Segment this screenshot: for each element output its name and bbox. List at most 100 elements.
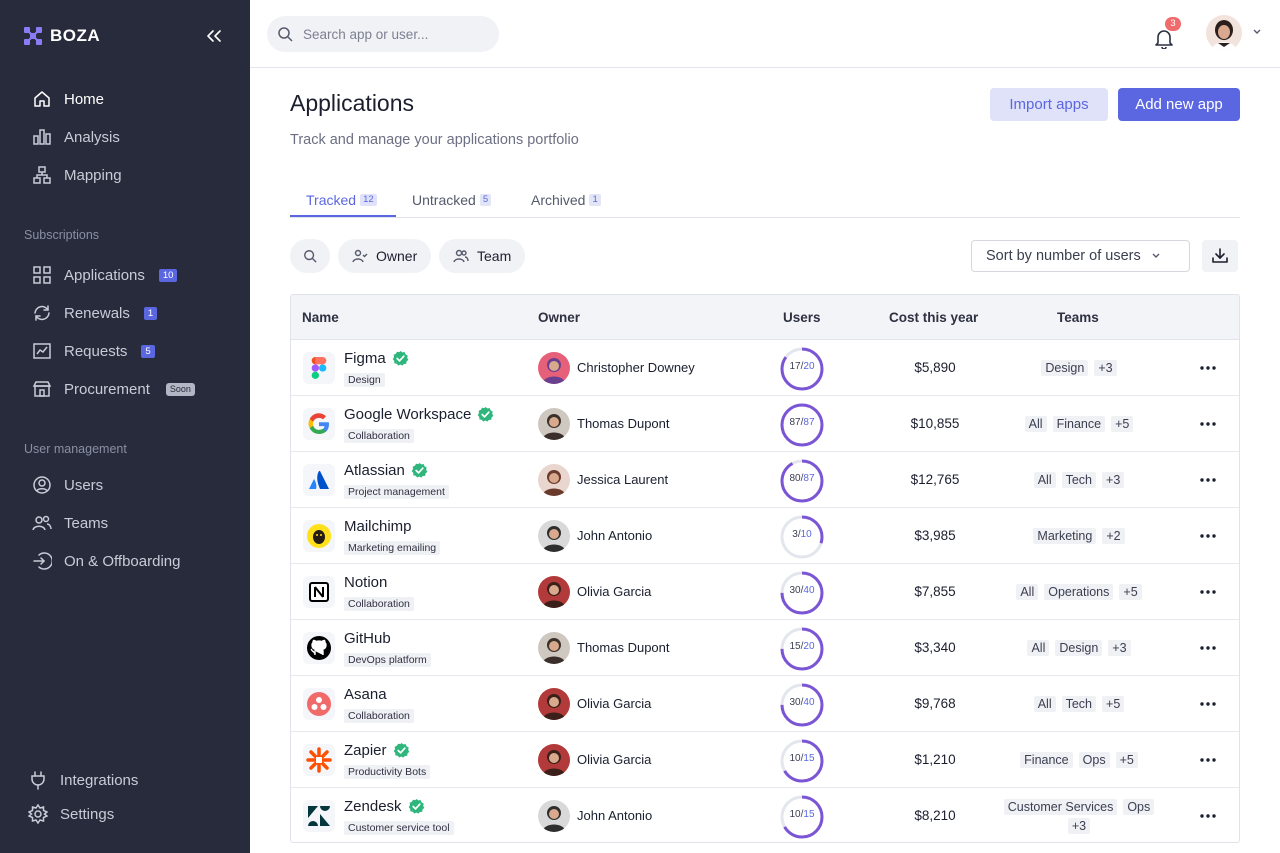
more-options-icon[interactable]	[1197, 358, 1219, 378]
app-name[interactable]: GitHub	[344, 630, 391, 647]
sidebar-item-analysis[interactable]: Analysis	[32, 125, 120, 149]
zapier-logo-icon	[303, 744, 335, 776]
teams-cell: All Tech +3	[999, 452, 1159, 508]
column-header-users[interactable]: Users	[783, 310, 821, 325]
chevron-down-icon[interactable]	[1252, 27, 1262, 37]
search-input[interactable]	[303, 26, 483, 42]
sidebar-item-procurement[interactable]: Procurement Soon	[32, 377, 195, 401]
owner-filter-label: Owner	[376, 248, 418, 264]
sidebar-item-integrations[interactable]: Integrations	[28, 768, 138, 792]
owner-filter-chip[interactable]: Owner	[338, 239, 432, 273]
users-count: 10/15	[789, 753, 815, 764]
users-total: 20	[803, 361, 815, 372]
page-title: Applications	[290, 90, 415, 116]
owner-name[interactable]: Christopher Downey	[577, 360, 695, 375]
table-row[interactable]: Notion Collaboration Olivia Garcia 30/40 $7,…	[291, 564, 1239, 620]
app-name[interactable]: Notion	[344, 574, 387, 591]
users-total: 40	[803, 697, 815, 708]
search-bar[interactable]	[267, 16, 499, 52]
sidebar-item-applications[interactable]: Applications 10	[32, 263, 178, 287]
app-name[interactable]: Google Workspace	[344, 406, 494, 423]
app-name[interactable]: Figma	[344, 350, 409, 367]
table-row[interactable]: Figma Design Christopher Downey 17/20 $5,890…	[291, 340, 1239, 396]
figma-logo-icon	[303, 352, 335, 384]
tab-archived[interactable]: Archived 1	[531, 186, 601, 217]
verified-icon	[392, 350, 409, 366]
team-tag: All	[1033, 472, 1056, 488]
owner-name[interactable]: John Antonio	[577, 808, 652, 823]
app-category: Productivity Bots	[344, 765, 431, 779]
table-row[interactable]: Google Workspace Collaboration Thomas Dupo…	[291, 396, 1239, 452]
owner-name[interactable]: Thomas Dupont	[577, 416, 670, 431]
sidebar-item-label: Requests	[64, 342, 128, 360]
team-tag: +3	[1094, 360, 1117, 376]
owner-name[interactable]: Jessica Laurent	[577, 472, 668, 487]
users-total: 87	[803, 473, 815, 484]
app-name[interactable]: Atlassian	[344, 462, 428, 479]
column-header-cost[interactable]: Cost this year	[889, 310, 978, 325]
owner-name[interactable]: John Antonio	[577, 528, 652, 543]
table-row[interactable]: Zendesk Customer service tool John Antonio…	[291, 788, 1239, 842]
team-tag: All	[1016, 584, 1039, 600]
sidebar-item-settings[interactable]: Settings	[28, 802, 114, 826]
download-button[interactable]	[1202, 240, 1238, 272]
app-category: DevOps platform	[344, 653, 431, 667]
table-row[interactable]: Asana Collaboration Olivia Garcia 30/40 $9,7…	[291, 676, 1239, 732]
more-options-icon[interactable]	[1197, 470, 1219, 490]
bar-chart-icon	[33, 129, 51, 145]
team-tag: +5	[1115, 752, 1138, 768]
team-tag: Tech	[1061, 696, 1097, 712]
more-options-icon[interactable]	[1197, 806, 1219, 826]
tab-label: Tracked	[306, 192, 357, 208]
app-name[interactable]: Zendesk	[344, 798, 425, 815]
column-header-owner[interactable]: Owner	[538, 310, 580, 325]
sidebar-item-teams[interactable]: Teams	[32, 511, 108, 535]
more-options-icon[interactable]	[1197, 638, 1219, 658]
table-row[interactable]: Zapier Productivity Bots Olivia Garcia 10/1…	[291, 732, 1239, 788]
owner-name[interactable]: Olivia Garcia	[577, 696, 651, 711]
table-row[interactable]: Atlassian Project management Jessica Laure…	[291, 452, 1239, 508]
tab-untracked[interactable]: Untracked 5	[412, 186, 492, 217]
app-category: Collaboration	[344, 709, 414, 723]
user-avatar[interactable]	[1206, 15, 1242, 51]
sidebar-item-onboarding[interactable]: On & Offboarding	[32, 549, 180, 573]
team-filter-chip[interactable]: Team	[439, 239, 526, 273]
owner-name[interactable]: Thomas Dupont	[577, 640, 670, 655]
users-total: 87	[803, 417, 815, 428]
sidebar-item-home[interactable]: Home	[32, 87, 104, 111]
brand[interactable]: BOZA	[24, 26, 100, 46]
section-title-subscriptions: Subscriptions	[24, 228, 100, 242]
filter-search-button[interactable]	[290, 239, 330, 273]
cost-value: $1,210	[914, 752, 956, 767]
cost-value: $9,768	[914, 696, 956, 711]
more-options-icon[interactable]	[1197, 694, 1219, 714]
app-category: Collaboration	[344, 429, 414, 443]
table-row[interactable]: GitHub DevOps platform Thomas Dupont 15/20 $…	[291, 620, 1239, 676]
sidebar-item-renewals[interactable]: Renewals 1	[32, 301, 158, 325]
tab-tracked[interactable]: Tracked 12	[290, 186, 396, 217]
owner-avatar	[538, 632, 570, 664]
sidebar-item-mapping[interactable]: Mapping	[32, 163, 122, 187]
sidebar-item-requests[interactable]: Requests 5	[32, 339, 155, 363]
column-header-teams[interactable]: Teams	[1057, 310, 1099, 325]
app-name[interactable]: Asana	[344, 686, 387, 703]
owner-name[interactable]: Olivia Garcia	[577, 584, 651, 599]
team-tag: +3	[1067, 817, 1091, 834]
import-apps-button[interactable]: Import apps	[990, 88, 1108, 121]
grid-icon	[33, 266, 51, 284]
more-options-icon[interactable]	[1197, 582, 1219, 602]
app-name[interactable]: Zapier	[344, 742, 410, 759]
teams-cell: Design +3	[999, 340, 1159, 396]
more-options-icon[interactable]	[1197, 414, 1219, 434]
sort-dropdown[interactable]: Sort by number of users	[971, 240, 1190, 272]
app-name[interactable]: Mailchimp	[344, 518, 412, 535]
column-header-name[interactable]: Name	[302, 310, 339, 325]
owner-avatar	[538, 464, 570, 496]
collapse-sidebar-icon[interactable]	[205, 26, 223, 46]
add-new-app-button[interactable]: Add new app	[1118, 88, 1240, 121]
more-options-icon[interactable]	[1197, 750, 1219, 770]
table-row[interactable]: Mailchimp Marketing emailing John Antonio 3…	[291, 508, 1239, 564]
more-options-icon[interactable]	[1197, 526, 1219, 546]
sidebar-item-users[interactable]: Users	[32, 473, 103, 497]
owner-name[interactable]: Olivia Garcia	[577, 752, 651, 767]
